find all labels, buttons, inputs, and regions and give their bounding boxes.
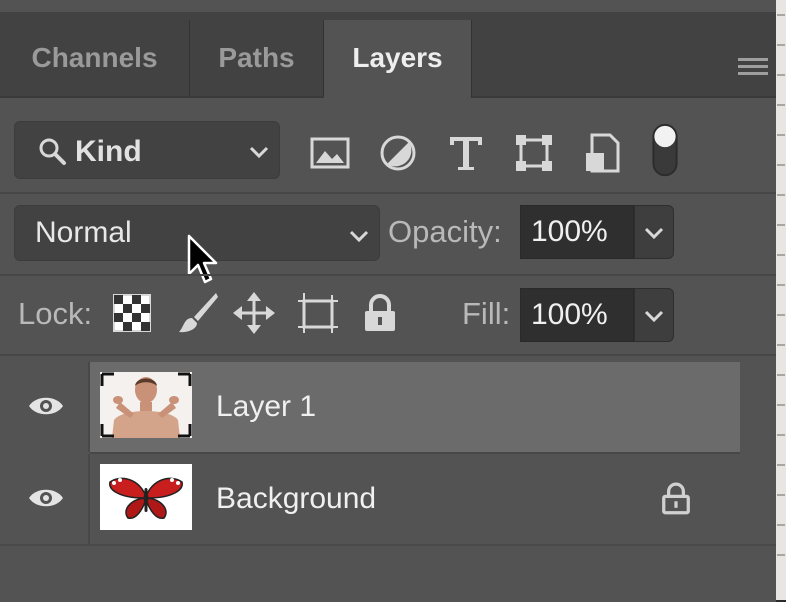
smart-object-filter-icon[interactable] (580, 131, 624, 175)
woman-portrait-image (100, 372, 192, 438)
fill-slider-button[interactable] (634, 288, 674, 342)
chevron-down-icon (644, 227, 664, 240)
eye-icon (29, 397, 63, 415)
layer-row-background[interactable]: Background (0, 454, 740, 544)
layers-empty-area (0, 544, 776, 602)
layer-name[interactable]: Layer 1 (216, 390, 316, 424)
visibility-toggle[interactable] (0, 454, 90, 544)
tab-paths[interactable]: Paths (190, 20, 324, 96)
panel-menu-icon[interactable] (738, 58, 768, 80)
layer-name[interactable]: Background (216, 482, 376, 516)
tab-channels[interactable]: Channels (0, 20, 190, 96)
layer-thumbnail-woman-portrait (100, 372, 192, 438)
layer-thumbnail-red-butterfly (100, 464, 192, 530)
mouse-cursor-icon (187, 234, 218, 284)
opacity-slider-button[interactable] (634, 205, 674, 259)
chevron-down-icon (249, 146, 269, 159)
opacity-label: Opacity: (388, 214, 502, 249)
filter-kind-label: Kind (75, 135, 142, 168)
search-icon (39, 138, 66, 165)
shape-filter-icon[interactable] (512, 131, 556, 175)
red-butterfly-image (100, 464, 192, 530)
lock-transparent-pixels-icon[interactable] (110, 291, 154, 335)
image-filter-icon[interactable] (308, 131, 352, 175)
divider (0, 354, 776, 356)
eye-icon (29, 489, 63, 507)
filter-toggle-icon[interactable] (650, 122, 680, 180)
chevron-down-icon (644, 310, 664, 323)
filter-kind-dropdown[interactable]: Kind (14, 121, 280, 179)
lock-image-pixels-icon[interactable] (176, 291, 220, 335)
divider (0, 192, 776, 194)
blend-mode-label: Normal (35, 216, 132, 249)
adjustment-filter-icon[interactable] (376, 131, 420, 175)
fill-label: Fill: (462, 296, 511, 331)
layer-row-layer-1[interactable]: Layer 1 (0, 362, 740, 452)
tab-layers[interactable]: Layers (324, 20, 472, 98)
opacity-field[interactable]: 100% (520, 205, 634, 259)
background-document-edge (776, 0, 786, 600)
panel-tab-bar: Channels Paths Layers (0, 12, 776, 98)
lock-all-icon[interactable] (358, 291, 402, 335)
lock-artboard-icon[interactable] (296, 291, 340, 335)
fill-field[interactable]: 100% (520, 288, 634, 342)
visibility-toggle[interactable] (0, 362, 90, 452)
lock-position-icon[interactable] (232, 291, 276, 335)
chevron-down-icon (349, 230, 369, 243)
divider (0, 274, 776, 276)
lock-label: Lock: (18, 296, 93, 331)
layer-lock-icon[interactable] (658, 480, 694, 516)
type-filter-icon[interactable] (444, 131, 488, 175)
